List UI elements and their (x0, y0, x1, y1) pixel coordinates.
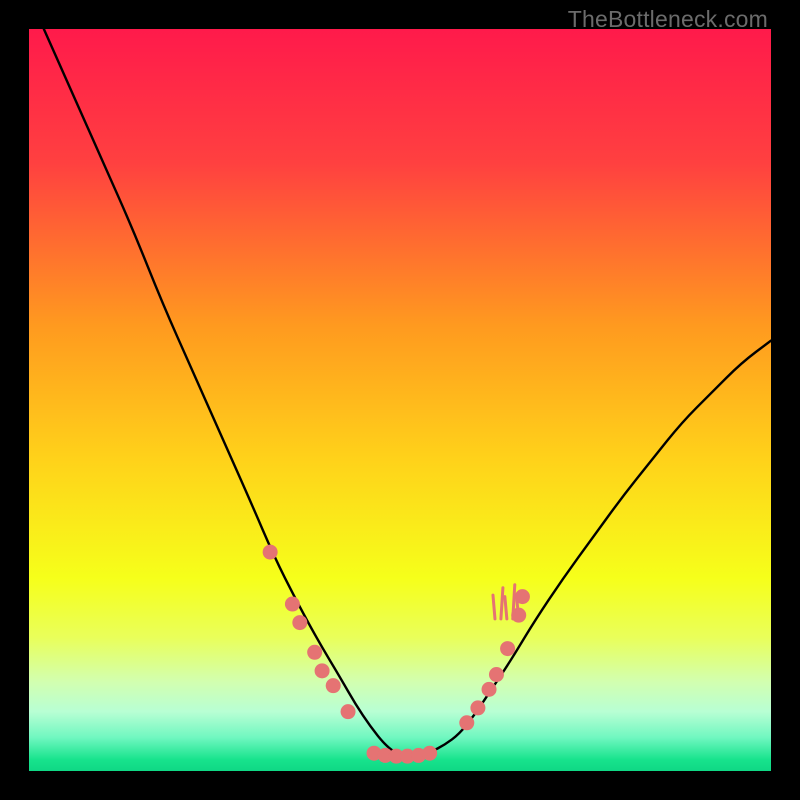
reference-marker (489, 667, 504, 682)
reference-marker (422, 746, 437, 761)
grass-accent (493, 595, 495, 619)
reference-marker (482, 682, 497, 697)
reference-marker (500, 641, 515, 656)
reference-marker (285, 597, 300, 612)
reference-marker (511, 608, 526, 623)
chart-background (29, 29, 771, 771)
reference-marker (459, 715, 474, 730)
bottleneck-chart (29, 29, 771, 771)
grass-accent (505, 597, 507, 619)
grass-accent (501, 588, 503, 619)
reference-marker (341, 704, 356, 719)
reference-marker (307, 645, 322, 660)
reference-marker (263, 545, 278, 560)
reference-marker (326, 678, 341, 693)
reference-marker (515, 589, 530, 604)
reference-marker (470, 700, 485, 715)
reference-marker (292, 615, 307, 630)
chart-frame (29, 29, 771, 771)
reference-marker (315, 663, 330, 678)
